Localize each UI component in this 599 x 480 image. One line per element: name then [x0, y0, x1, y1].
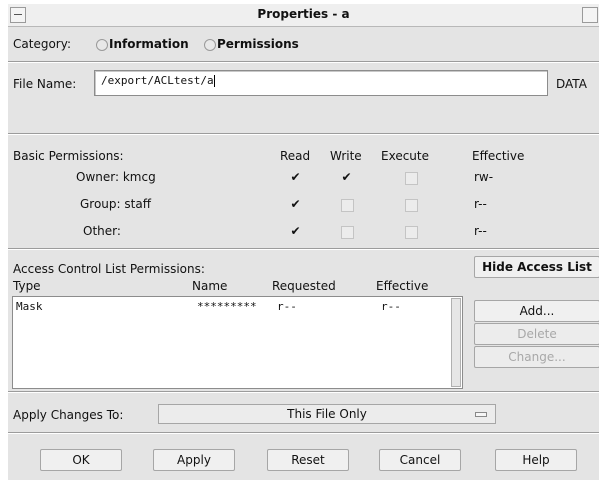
divider — [8, 248, 599, 250]
delete-button[interactable]: Delete — [474, 323, 599, 345]
group-write-checkbox[interactable] — [341, 199, 354, 212]
acl-label: Access Control List Permissions: — [13, 262, 205, 276]
window-title: Properties - a — [257, 7, 350, 21]
owner-read-checkbox[interactable]: ✔ — [290, 171, 301, 183]
header-effective: Effective — [472, 149, 525, 163]
category-label: Category: — [13, 37, 71, 51]
help-button[interactable]: Help — [495, 449, 577, 471]
acl-row-requested[interactable]: r-- — [277, 300, 297, 313]
group-read-checkbox[interactable]: ✔ — [290, 198, 301, 210]
acl-header-effective: Effective — [376, 279, 429, 293]
group-execute-checkbox[interactable] — [405, 199, 418, 212]
owner-write-checkbox[interactable]: ✔ — [341, 171, 352, 183]
file-name-field[interactable]: /export/ACLtest/a — [94, 70, 548, 96]
header-execute: Execute — [381, 149, 429, 163]
acl-row-name[interactable]: ********* — [197, 300, 257, 313]
owner-execute-checkbox[interactable] — [405, 172, 418, 185]
acl-list[interactable]: Mask ********* r-- r-- — [12, 296, 463, 389]
divider — [8, 391, 599, 393]
other-write-checkbox[interactable] — [341, 226, 354, 239]
dropdown-indicator-icon — [475, 412, 487, 417]
properties-window: Properties - a Category: Information Per… — [8, 4, 599, 480]
file-type-label: DATA — [556, 77, 587, 91]
other-execute-checkbox[interactable] — [405, 226, 418, 239]
title-bar: Properties - a — [8, 4, 599, 27]
category-option-information[interactable]: Information — [109, 37, 189, 51]
hide-access-list-button[interactable]: Hide Access List — [474, 256, 599, 278]
acl-row-effective[interactable]: r-- — [381, 300, 401, 313]
other-effective: r-- — [474, 224, 487, 238]
acl-header-type: Type — [13, 279, 41, 293]
file-name-label: File Name: — [13, 77, 77, 91]
acl-header-requested: Requested — [272, 279, 336, 293]
divider — [8, 432, 599, 434]
ok-button[interactable]: OK — [40, 449, 122, 471]
apply-button[interactable]: Apply — [153, 449, 235, 471]
acl-header-name: Name — [192, 279, 228, 293]
divider — [8, 61, 599, 63]
cancel-button[interactable]: Cancel — [379, 449, 461, 471]
acl-list-scrollbar[interactable] — [451, 298, 461, 387]
radio-information[interactable] — [96, 39, 108, 51]
category-option-permissions[interactable]: Permissions — [217, 37, 299, 51]
reset-button[interactable]: Reset — [267, 449, 349, 471]
apply-changes-value: This File Only — [287, 407, 367, 421]
divider — [8, 133, 599, 135]
other-label: Other: — [83, 224, 121, 238]
change-button[interactable]: Change... — [474, 346, 599, 368]
apply-changes-select[interactable]: This File Only — [158, 404, 496, 424]
group-effective: r-- — [474, 197, 487, 211]
header-read: Read — [280, 149, 311, 163]
owner-effective: rw- — [474, 170, 494, 184]
text-cursor — [213, 75, 215, 87]
acl-row-type[interactable]: Mask — [16, 300, 43, 313]
other-read-checkbox[interactable]: ✔ — [290, 225, 301, 237]
basic-permissions-label: Basic Permissions: — [13, 149, 124, 163]
group-label: Group: staff — [80, 197, 151, 211]
owner-label: Owner: kmcg — [76, 170, 156, 184]
header-write: Write — [330, 149, 362, 163]
file-name-value: /export/ACLtest/a — [101, 74, 214, 87]
apply-changes-label: Apply Changes To: — [13, 408, 124, 422]
add-button[interactable]: Add... — [474, 300, 599, 322]
maximize-button[interactable] — [582, 7, 598, 23]
radio-permissions[interactable] — [204, 39, 216, 51]
